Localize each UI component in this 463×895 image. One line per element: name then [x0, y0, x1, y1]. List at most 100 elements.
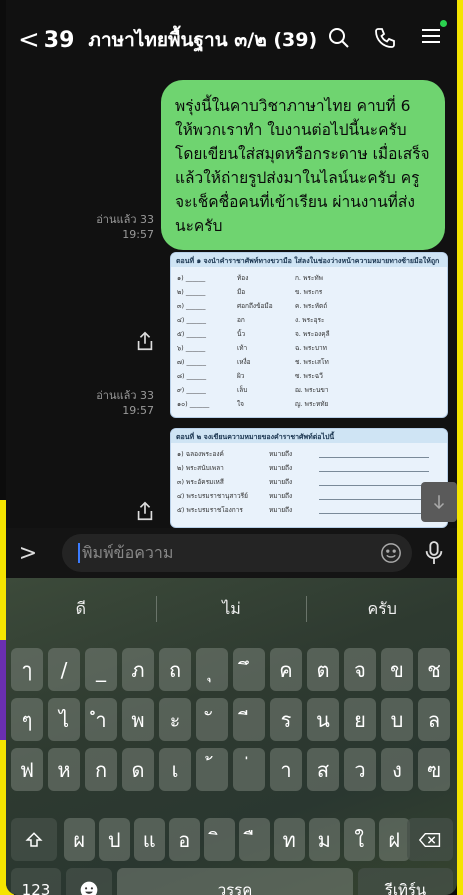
key[interactable]: ิ [204, 818, 235, 861]
notification-dot [440, 20, 447, 27]
emoji-key[interactable] [66, 868, 112, 895]
key[interactable]: ง [381, 748, 413, 791]
key[interactable]: ช [418, 648, 450, 691]
worksheet-cell: ฌ. พระนขา [295, 386, 329, 394]
worksheet-cell: หมายถึง [269, 478, 293, 486]
emoji-icon[interactable] [380, 542, 402, 564]
worksheet-cell: ๑) ฉลองพระองค์ [177, 450, 224, 458]
key[interactable]: ๆ [11, 698, 43, 741]
backspace-key[interactable] [407, 818, 453, 861]
key[interactable]: า [270, 748, 302, 791]
worksheet-row: ๒) ______ มือ ข. พระกร [177, 285, 441, 299]
key[interactable]: ม [309, 818, 340, 861]
key[interactable]: ด [122, 748, 154, 791]
share-icon[interactable] [134, 330, 156, 352]
worksheet-cell: หมายถึง [269, 464, 293, 472]
key[interactable]: เ [159, 748, 191, 791]
message-input[interactable]: พิมพ์ข้อความ [62, 534, 412, 572]
worksheet-image[interactable]: ตอนที่ ๒ จงเขียนความหมายของคำราชาศัพท์ต่… [170, 428, 448, 528]
suggestion-item[interactable]: ดี [6, 586, 156, 632]
key[interactable]: ฟ [11, 748, 43, 791]
back-button[interactable]: < 39 [18, 25, 74, 55]
key[interactable]: ต [307, 648, 339, 691]
search-icon[interactable] [327, 26, 351, 50]
key[interactable]: ท [274, 818, 305, 861]
worksheet-cell: ๗) ______ [177, 358, 206, 366]
read-receipt: อ่านแล้ว 33 19:57 [96, 389, 154, 417]
return-key[interactable]: รีเทิร์น [358, 868, 453, 895]
key[interactable]: ผ [64, 818, 95, 861]
microphone-icon[interactable] [423, 540, 445, 566]
expand-button[interactable]: > [6, 541, 50, 566]
worksheet-cell: ๓) พระอัครมเหสี [177, 478, 224, 486]
key[interactable]: ห [48, 748, 80, 791]
key[interactable]: ฃ [418, 748, 450, 791]
key[interactable]: ฝ [379, 818, 410, 861]
key[interactable]: อ [169, 818, 200, 861]
key[interactable]: ุ [196, 648, 228, 691]
menu-button[interactable] [419, 20, 447, 52]
message-input-bar: > พิมพ์ข้อความ [6, 528, 457, 578]
key[interactable]: ใ [344, 818, 375, 861]
key[interactable]: บ [381, 698, 413, 741]
share-icon[interactable] [134, 500, 156, 522]
key[interactable]: ป [99, 818, 130, 861]
key[interactable]: ถ [159, 648, 191, 691]
key[interactable]: ๅ [11, 648, 43, 691]
key[interactable]: ั [196, 698, 228, 741]
key[interactable]: ้ [196, 748, 228, 791]
key[interactable]: จ [344, 648, 376, 691]
worksheet-cell: หมายถึง [269, 450, 293, 458]
key[interactable]: / [48, 648, 80, 691]
worksheet-cell: ซ. พระฉวี [295, 372, 323, 380]
space-key[interactable]: วรรค [117, 868, 353, 895]
key[interactable]: ข [381, 648, 413, 691]
answer-line [319, 512, 429, 514]
key[interactable]: ไ [48, 698, 80, 741]
key[interactable]: ะ [159, 698, 191, 741]
key[interactable]: ่ [233, 748, 265, 791]
worksheet-cell: ก. พระทัพ [295, 274, 323, 282]
key[interactable]: ื [239, 818, 270, 861]
key[interactable]: พ [122, 698, 154, 741]
phone-icon[interactable] [373, 26, 397, 50]
key[interactable]: ภ [122, 648, 154, 691]
suggestion-item[interactable]: ไม่ [157, 586, 307, 632]
read-receipt: อ่านแล้ว 33 19:57 [96, 213, 154, 241]
chat-title: ภาษาไทยพื้นฐาน ๓/๒ (39) [88, 29, 318, 51]
key[interactable]: ร [270, 698, 302, 741]
key[interactable]: ย [344, 698, 376, 741]
worksheet-cell: มือ [237, 288, 246, 296]
backspace-icon [419, 832, 441, 847]
key[interactable]: ว [344, 748, 376, 791]
key[interactable]: ส [307, 748, 339, 791]
worksheet-row: ๙) ______ เล็บ ฌ. พระนขา [177, 383, 441, 397]
worksheet-cell: อก [237, 316, 245, 324]
worksheet-cell: ง. พระอุระ [295, 316, 325, 324]
key[interactable]: แ [134, 818, 165, 861]
message-bubble[interactable]: พรุ่งนี้ในคาบวิชาภาษาไทย คาบที่ 6 ให้พวก… [161, 80, 445, 250]
numbers-key[interactable]: 123 [11, 868, 61, 895]
worksheet-cell: ๓) ______ [177, 302, 206, 310]
suggestion-item[interactable]: ครับ [307, 586, 457, 632]
scroll-down-button[interactable] [421, 482, 457, 522]
key[interactable]: ค [270, 648, 302, 691]
answer-line [319, 456, 429, 458]
shift-icon [25, 831, 43, 847]
key[interactable]: ล [418, 698, 450, 741]
key[interactable]: ำ [85, 698, 117, 741]
key[interactable]: ก [85, 748, 117, 791]
worksheet-cell: ๕) พระบรมราชโองการ [177, 506, 243, 514]
shift-key[interactable] [11, 818, 57, 861]
key[interactable]: ึ [233, 648, 265, 691]
key[interactable]: ี [233, 698, 265, 741]
key[interactable]: น [307, 698, 339, 741]
chat-area[interactable]: พรุ่งนี้ในคาบวิชาภาษาไทย คาบที่ 6 ให้พวก… [6, 80, 457, 528]
worksheet-heading: ตอนที่ ๑ จงนำคำราชาศัพท์ทางขวามือ ใส่ลงใ… [171, 253, 447, 267]
key[interactable]: _ [85, 648, 117, 691]
chat-header: < 39 ภาษาไทยพื้นฐาน ๓/๒ (39) [6, 0, 457, 80]
worksheet-row: ๑๐) ______ ใจ ญ. พระหทัย [177, 397, 441, 411]
worksheet-image[interactable]: ตอนที่ ๑ จงนำคำราชาศัพท์ทางขวามือ ใส่ลงใ… [170, 252, 448, 418]
worksheet-cell: ๕) ______ [177, 330, 207, 338]
worksheet-cell: นิ้ว [237, 330, 246, 338]
